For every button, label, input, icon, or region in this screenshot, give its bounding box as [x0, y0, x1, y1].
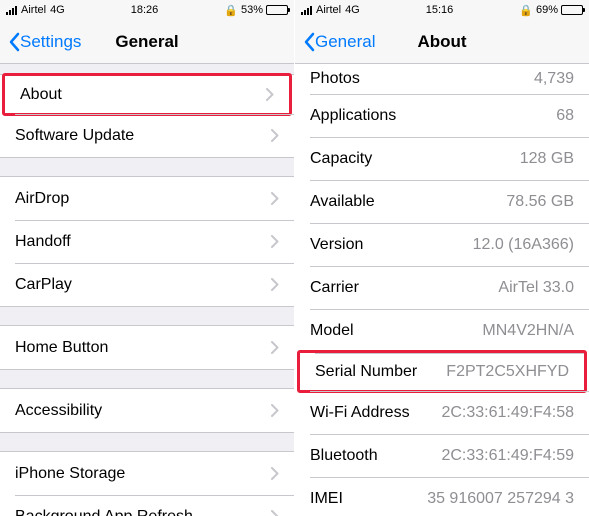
row-value: MN4V2HN/A [482, 322, 574, 340]
row-label: Background App Refresh [15, 508, 261, 516]
battery-icon [266, 5, 288, 15]
status-bar: Airtel 4G 18:26 🔒 53% [0, 0, 294, 20]
chevron-right-icon [271, 192, 279, 205]
chevron-right-icon [271, 278, 279, 291]
row-serial-number[interactable]: Serial NumberF2PT2C5XHFYD [297, 350, 587, 393]
row-label: Serial Number [315, 363, 446, 381]
row-label: About [20, 86, 256, 104]
row-value: AirTel 33.0 [498, 279, 574, 297]
settings-general-screen: Airtel 4G 18:26 🔒 53% Settings General A… [0, 0, 295, 516]
back-label: Settings [20, 32, 81, 52]
battery-icon [561, 5, 583, 15]
row-about[interactable]: About [2, 73, 292, 116]
row-label: Photos [310, 70, 534, 88]
row-accessibility[interactable]: Accessibility [0, 389, 294, 432]
nav-bar: General About [295, 20, 589, 64]
settings-about-screen: Airtel 4G 15:16 🔒 69% General About Phot… [295, 0, 589, 516]
row-value: 4,739 [534, 70, 574, 88]
network-label: 4G [345, 4, 360, 16]
battery-percent: 69% [536, 4, 558, 16]
chevron-left-icon [8, 32, 20, 52]
row-label: Bluetooth [310, 447, 441, 465]
carrier-label: Airtel [21, 4, 46, 16]
row-photos[interactable]: Photos4,739 [295, 64, 589, 94]
chevron-right-icon [271, 235, 279, 248]
content: Photos4,739Applications68Capacity128 GBA… [295, 64, 589, 516]
signal-icon [301, 6, 312, 15]
back-label: General [315, 32, 375, 52]
row-available[interactable]: Available78.56 GB [295, 180, 589, 223]
row-version[interactable]: Version12.0 (16A366) [295, 223, 589, 266]
row-handoff[interactable]: Handoff [0, 220, 294, 263]
row-airdrop[interactable]: AirDrop [0, 177, 294, 220]
row-label: iPhone Storage [15, 465, 261, 483]
row-value: F2PT2C5XHFYD [446, 363, 569, 381]
clock: 18:26 [131, 4, 159, 16]
network-label: 4G [50, 4, 65, 16]
row-label: Available [310, 193, 506, 211]
row-carplay[interactable]: CarPlay [0, 263, 294, 306]
status-bar: Airtel 4G 15:16 🔒 69% [295, 0, 589, 20]
row-capacity[interactable]: Capacity128 GB [295, 137, 589, 180]
row-label: Handoff [15, 233, 261, 251]
row-bluetooth[interactable]: Bluetooth2C:33:61:49:F4:59 [295, 434, 589, 477]
row-label: Home Button [15, 339, 261, 357]
carrier-label: Airtel [316, 4, 341, 16]
chevron-right-icon [271, 129, 279, 142]
row-label: Accessibility [15, 402, 261, 420]
row-applications[interactable]: Applications68 [295, 94, 589, 137]
chevron-right-icon [271, 404, 279, 417]
row-value: 68 [556, 107, 574, 125]
signal-icon [6, 6, 17, 15]
row-wi-fi-address[interactable]: Wi-Fi Address2C:33:61:49:F4:58 [295, 391, 589, 434]
row-home-button[interactable]: Home Button [0, 326, 294, 369]
lock-icon: 🔒 [224, 4, 238, 17]
row-label: CarPlay [15, 276, 261, 294]
row-model[interactable]: ModelMN4V2HN/A [295, 309, 589, 352]
row-value: 78.56 GB [506, 193, 574, 211]
lock-icon: 🔒 [519, 4, 533, 17]
row-carrier[interactable]: CarrierAirTel 33.0 [295, 266, 589, 309]
back-button[interactable]: General [295, 32, 375, 52]
row-value: 2C:33:61:49:F4:59 [441, 447, 574, 465]
row-background-app-refresh[interactable]: Background App Refresh [0, 495, 294, 516]
row-label: Applications [310, 107, 556, 125]
row-label: Version [310, 236, 473, 254]
nav-bar: Settings General [0, 20, 294, 64]
row-label: Software Update [15, 127, 261, 145]
row-label: Carrier [310, 279, 498, 297]
chevron-right-icon [271, 467, 279, 480]
row-label: AirDrop [15, 190, 261, 208]
chevron-right-icon [266, 88, 274, 101]
row-iphone-storage[interactable]: iPhone Storage [0, 452, 294, 495]
row-label: IMEI [310, 490, 427, 508]
back-button[interactable]: Settings [0, 32, 81, 52]
row-value: 35 916007 257294 3 [427, 490, 574, 508]
row-label: Capacity [310, 150, 520, 168]
chevron-left-icon [303, 32, 315, 52]
chevron-right-icon [271, 341, 279, 354]
battery-percent: 53% [241, 4, 263, 16]
row-value: 2C:33:61:49:F4:58 [441, 404, 574, 422]
row-imei[interactable]: IMEI35 916007 257294 3 [295, 477, 589, 516]
clock: 15:16 [426, 4, 454, 16]
row-software-update[interactable]: Software Update [0, 114, 294, 157]
content: About Software Update AirDrop Handoff CarPla… [0, 64, 294, 516]
row-value: 12.0 (16A366) [473, 236, 574, 254]
row-label: Wi-Fi Address [310, 404, 441, 422]
row-value: 128 GB [520, 150, 574, 168]
row-label: Model [310, 322, 482, 340]
chevron-right-icon [271, 510, 279, 516]
